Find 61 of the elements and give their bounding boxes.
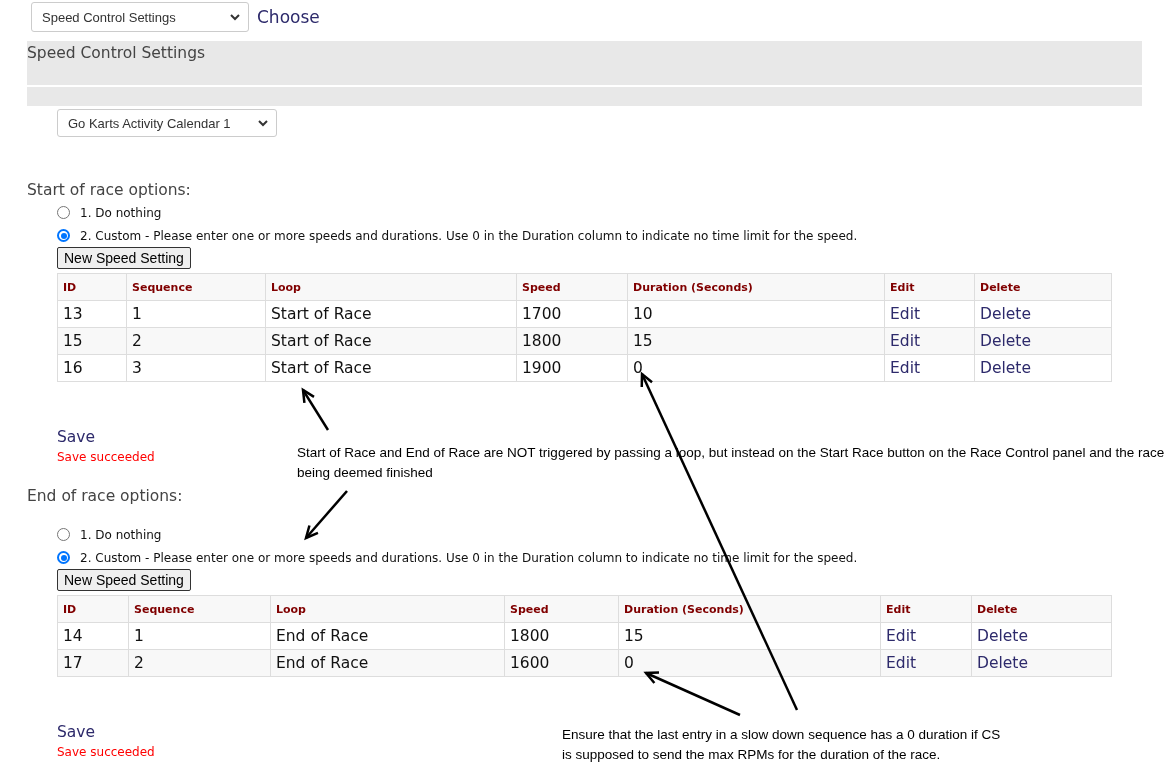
page-select[interactable]: Speed Control Settings: [31, 2, 249, 32]
table-cell: 1800: [516, 327, 628, 355]
table-cell: 1600: [504, 649, 619, 677]
option-label: 1. Do nothing: [80, 527, 162, 542]
status-message: Save succeeded: [57, 745, 155, 759]
column-header: Edit: [884, 273, 975, 301]
option-label: 2. Custom - Please enter one or more speeds and durations. Use 0 in the Duration column to indicate no time limit for the speed.: [80, 228, 858, 243]
status-message: Save succeeded: [57, 450, 155, 464]
table-cell: 2: [128, 649, 271, 677]
column-header: Edit: [880, 595, 972, 623]
column-header: Sequence: [126, 273, 266, 301]
column-header: ID: [57, 595, 129, 623]
save-link[interactable]: Save: [57, 723, 96, 741]
table-cell: 0: [627, 354, 885, 382]
table-cell: 13: [57, 300, 127, 328]
radio-button[interactable]: [57, 229, 70, 242]
column-header: Duration (Seconds): [618, 595, 881, 623]
table-cell: 3: [126, 354, 266, 382]
table-cell: Start of Race: [265, 354, 517, 382]
table-cell: 15: [57, 327, 127, 355]
column-header: Sequence: [128, 595, 271, 623]
table-cell: 2: [126, 327, 266, 355]
section-heading: End of race options:: [27, 487, 184, 505]
table-cell: 1: [128, 622, 271, 650]
column-header: Delete: [971, 595, 1112, 623]
table-cell: 17: [57, 649, 129, 677]
table-cell: 1700: [516, 300, 628, 328]
table-cell: 14: [57, 622, 129, 650]
table-cell: End of Race: [270, 649, 505, 677]
table-cell: End of Race: [270, 622, 505, 650]
new-speed-setting-button[interactable]: New Speed Setting: [57, 247, 191, 269]
section-heading: Start of race options:: [27, 181, 192, 199]
panel-title: Speed Control Settings: [27, 43, 206, 62]
table-cell: 1: [126, 300, 266, 328]
column-header: Speed: [516, 273, 628, 301]
table-cell: 15: [618, 622, 881, 650]
column-header: Loop: [270, 595, 505, 623]
option-label: 1. Do nothing: [80, 205, 162, 220]
table-cell: 0: [618, 649, 881, 677]
choose-link[interactable]: Choose: [257, 7, 320, 27]
annotation-text: Ensure that the last entry in a slow down sequence has a 0 duration if CS is supposed to send the max RPMs for the duration of the race.: [562, 726, 1002, 764]
column-header: Loop: [265, 273, 517, 301]
radio-button[interactable]: [57, 551, 70, 564]
column-header: Duration (Seconds): [627, 273, 885, 301]
column-header: ID: [57, 273, 127, 301]
table-cell: Start of Race: [265, 300, 517, 328]
caret-icon: [258, 119, 268, 127]
table-cell: 16: [57, 354, 127, 382]
table-cell: 15: [627, 327, 885, 355]
table-cell: 1900: [516, 354, 628, 382]
calendar-select[interactable]: Go Karts Activity Calendar 1: [57, 109, 277, 137]
table-cell: 10: [627, 300, 885, 328]
table-cell: 1800: [504, 622, 619, 650]
new-speed-setting-button[interactable]: New Speed Setting: [57, 569, 191, 591]
arrow: [304, 490, 348, 541]
column-header: Speed: [504, 595, 619, 623]
arrow: [301, 387, 330, 431]
column-header: Delete: [974, 273, 1112, 301]
save-link[interactable]: Save: [57, 428, 96, 446]
table-cell: Start of Race: [265, 327, 517, 355]
caret-icon: [230, 13, 240, 21]
